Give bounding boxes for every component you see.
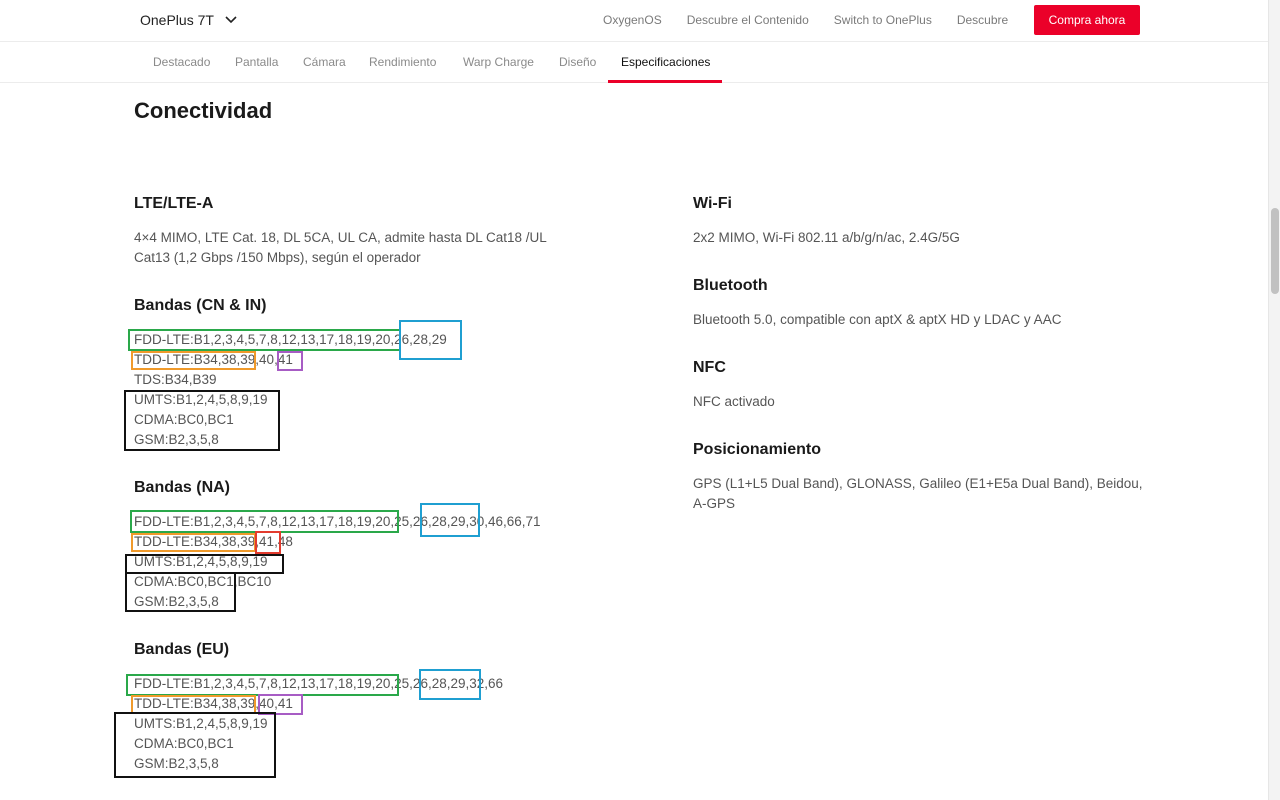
positioning-description: GPS (L1+L5 Dual Band), GLONASS, Galileo … [693,474,1143,514]
wifi-heading: Wi-Fi [693,195,732,212]
tab-rendimiento[interactable]: Rendimiento [369,55,436,69]
lte-description: 4×4 MIMO, LTE Cat. 18, DL 5CA, UL CA, ad… [134,228,554,268]
annotation-box-purple [277,351,303,371]
wifi-description: 2x2 MIMO, Wi-Fi 802.11 a/b/g/n/ac, 2.4G/… [693,230,960,245]
link-switch-to-oneplus[interactable]: Switch to OnePlus [834,13,932,27]
annotation-box-green [130,510,399,533]
annotation-box-green [128,329,401,351]
annotation-box-blue [420,503,480,537]
section-title: Conectividad [134,98,273,123]
top-links: OxygenOS Descubre el Contenido Switch to… [603,13,1033,27]
bluetooth-heading: Bluetooth [693,277,768,294]
scrollbar-thumb[interactable] [1271,208,1279,294]
annotation-box-blue [399,320,462,360]
bands-cn-heading: Bandas (CN & IN) [134,297,267,314]
annotation-box-black [125,572,236,612]
lte-description-line: 4×4 MIMO, LTE Cat. 18, DL 5CA, UL CA, ad… [134,230,547,245]
tab-warp-charge[interactable]: Warp Charge [463,55,534,69]
nfc-description: NFC activado [693,394,775,409]
tab-pantalla[interactable]: Pantalla [235,55,278,69]
tab-especificaciones[interactable]: Especificaciones [621,55,710,69]
positioning-description-line: GPS (L1+L5 Dual Band), GLONASS, Galileo … [693,476,1143,491]
annotation-box-black [124,390,280,451]
positioning-heading: Posicionamiento [693,441,822,458]
link-descubre[interactable]: Descubre [957,13,1008,27]
annotation-box-blue [419,669,481,700]
link-oxygenos[interactable]: OxygenOS [603,13,662,27]
annotation-box-black [114,712,276,778]
chevron-down-icon [225,16,237,24]
bluetooth-description: Bluetooth 5.0, compatible con aptX & apt… [693,312,1062,327]
bands-eu-heading: Bandas (EU) [134,641,230,658]
annotation-box-black [125,554,284,574]
annotation-box-orange [131,533,256,552]
nfc-heading: NFC [693,359,726,376]
annotation-box-green [126,674,399,696]
product-selector[interactable]: OnePlus 7T [140,12,238,28]
section-tabs: Destacado Pantalla Cámara Rendimiento Wa… [0,42,1268,83]
positioning-description-line: A-GPS [693,496,736,511]
tab-diseno[interactable]: Diseño [559,55,596,69]
product-name: OnePlus 7T [140,12,214,28]
page-scrollbar[interactable] [1268,0,1280,800]
lte-heading: LTE/LTE-A [134,195,214,212]
tab-camara[interactable]: Cámara [303,55,346,69]
active-tab-indicator [608,80,722,83]
annotation-box-orange [131,351,256,370]
tab-destacado[interactable]: Destacado [153,55,210,69]
link-descubre-contenido[interactable]: Descubre el Contenido [687,13,809,27]
top-navigation-bar: OnePlus 7T OxygenOS Descubre el Contenid… [0,0,1268,42]
bands-na-heading: Bandas (NA) [134,479,231,496]
buy-now-button[interactable]: Compra ahora [1034,5,1140,35]
annotation-box-red [255,531,281,554]
lte-description-line: Cat13 (1,2 Gbps /150 Mbps), según el ope… [134,250,421,265]
band-line: TDS:B34,B39 [134,372,217,387]
